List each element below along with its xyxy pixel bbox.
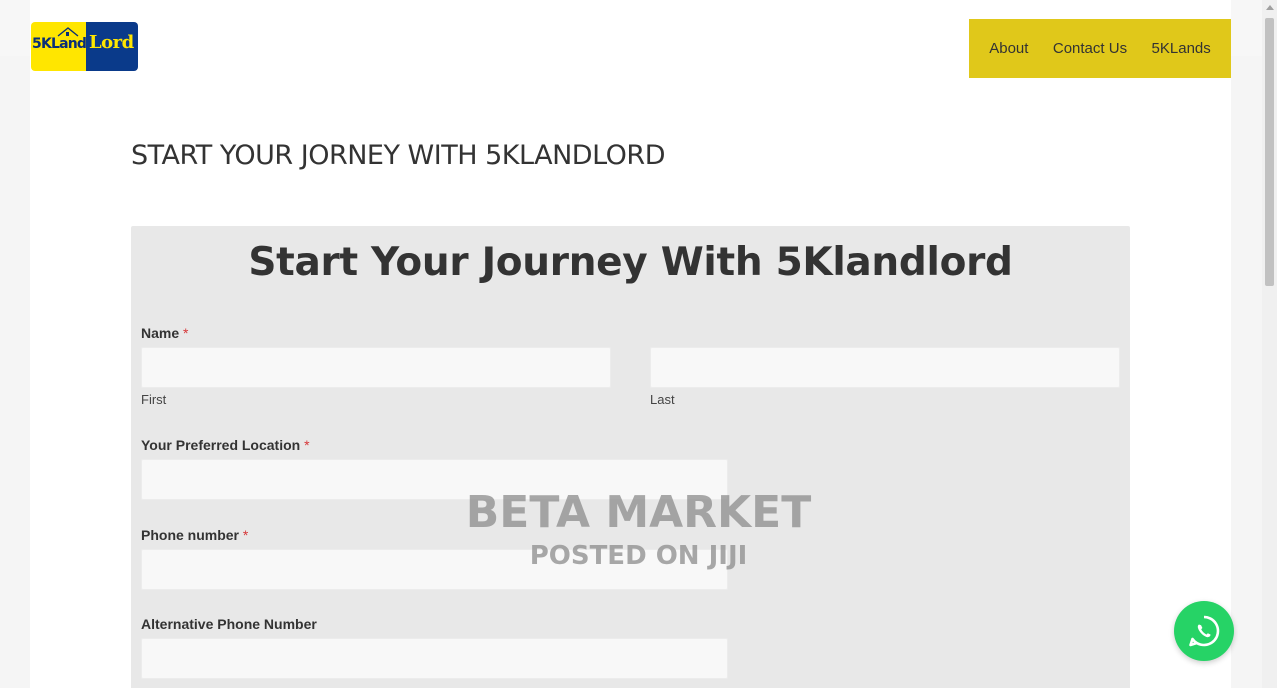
signup-form: Start Your Journey With 5Klandlord Name … (131, 226, 1130, 688)
location-label-text: Your Preferred Location (141, 437, 301, 453)
nav-5klands[interactable]: 5KLands (1152, 40, 1211, 57)
scroll-thumb[interactable] (1265, 18, 1274, 286)
phone-input[interactable] (141, 549, 728, 590)
page-title: START YOUR JORNEY WITH 5KLANDLORD (131, 140, 665, 171)
required-marker: * (242, 527, 249, 543)
location-input[interactable] (141, 459, 728, 500)
phone-label: Phone number * (141, 527, 248, 543)
alt-phone-label-text: Alternative Phone Number (141, 616, 317, 632)
nav-contact-us[interactable]: Contact Us (1053, 40, 1127, 57)
form-title: Start Your Journey With 5Klandlord (248, 240, 1013, 285)
first-name-input[interactable] (141, 347, 611, 388)
main-nav: About Contact Us 5KLands (969, 19, 1231, 78)
name-label: Name * (141, 325, 188, 341)
nav-about[interactable]: About (989, 40, 1028, 57)
logo-text-lord: Lord (89, 32, 134, 53)
site-logo[interactable]: 5KLand Lord (31, 22, 138, 71)
whatsapp-icon (1189, 615, 1220, 647)
alt-phone-label: Alternative Phone Number (141, 616, 317, 632)
name-label-text: Name (141, 325, 180, 341)
logo-left-panel: 5KLand (31, 22, 87, 71)
first-name-sublabel: First (141, 392, 167, 407)
alt-phone-input[interactable] (141, 638, 728, 679)
required-marker: * (183, 325, 189, 341)
last-name-sublabel: Last (650, 392, 675, 407)
page-scrollbar[interactable] (1262, 0, 1277, 688)
logo-text-5kland: 5KLand (32, 36, 87, 52)
phone-label-text: Phone number (141, 527, 240, 543)
last-name-input[interactable] (650, 347, 1120, 388)
whatsapp-chat-button[interactable] (1174, 601, 1234, 661)
required-marker: * (304, 437, 310, 453)
logo-right-panel: Lord (86, 22, 138, 71)
location-label: Your Preferred Location * (141, 437, 310, 453)
scroll-up-arrow-icon[interactable] (1266, 5, 1274, 10)
